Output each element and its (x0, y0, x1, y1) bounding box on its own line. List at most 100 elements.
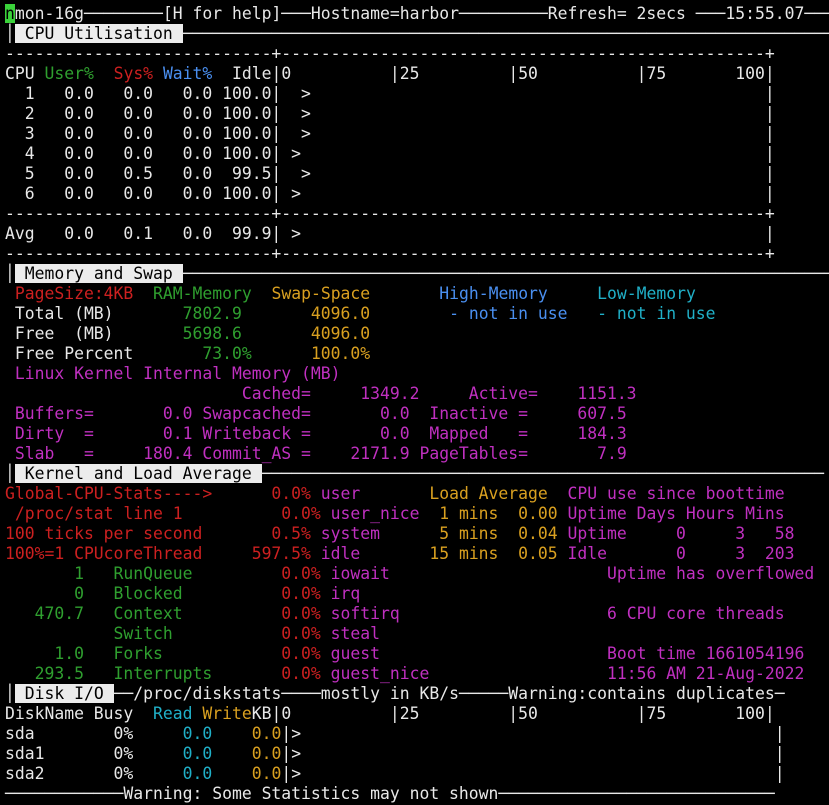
text-segment: 0.0 (182, 744, 213, 763)
text-segment (242, 304, 311, 323)
text-segment: 0.0% (192, 564, 321, 583)
text-segment: Free Percent (5, 344, 203, 363)
text-segment: Avg 0.0 0.1 0.0 99.9| > | (5, 224, 775, 243)
text-segment: 6 0.0 0.0 0.0 100.0| > | (5, 184, 775, 203)
terminal-cursor: n (5, 4, 15, 23)
text-segment: Idle 0 3 203 (567, 544, 795, 563)
cpu-row: 1 0.0 0.0 0.0 100.0| > | (5, 84, 775, 104)
mem-slab-row: Slab = 180.4 Commit_AS = 2171.9 PageTabl… (5, 444, 627, 464)
text-segment: Buffers= 0.0 Swapcached= 0.0 Inactive = … (5, 404, 627, 423)
text-segment: 1.0 Forks (5, 644, 193, 663)
section-title: CPU Utilisation (14, 24, 183, 43)
text-segment: 0.0 (182, 764, 213, 783)
text-segment: ---------------------------+------------… (5, 204, 775, 223)
text-segment: Switch (5, 624, 193, 643)
text-segment (193, 704, 203, 723)
disk-row: sda1 0% 0.0 0.0|> | (5, 744, 785, 764)
text-segment: Uptime 0 3 58 (567, 524, 795, 543)
text-segment (5, 364, 15, 383)
cpu-header: CPU User% Sys% Wait% Idle|0 |25 |50 |75 … (5, 64, 775, 84)
text-segment: 100%=1 CPUcoreThread 597.5% (5, 544, 311, 563)
text-segment: steal (320, 624, 381, 643)
text-segment: 100.0% (310, 344, 371, 363)
text-segment (370, 304, 449, 323)
section-disk: │ Disk I/O ──/proc/diskstats────mostly i… (5, 684, 785, 704)
disk-row: sda 0% 0.0 0.0|> | (5, 724, 785, 744)
kernel-row-1: Global-CPU-Stats----> 0.0% user Load Ave… (5, 484, 785, 504)
text-segment: 0.0% (192, 604, 321, 623)
mem-free: Free (MB) 5698.6 4096.0 (5, 324, 370, 344)
text-segment (252, 344, 311, 363)
text-segment: RAM-Memory (153, 284, 252, 303)
text-segment: /proc/stat line 1 0.0% (5, 504, 321, 523)
kernel-row-8: Switch 0.0% steal (5, 624, 380, 644)
text-segment: 1 RunQueue (5, 564, 193, 583)
text-segment: High-Memory (439, 284, 548, 303)
text-segment: Low-Memory (597, 284, 696, 303)
text-segment: 0 Blocked (5, 584, 193, 603)
text-segment: 0.0 (251, 764, 282, 783)
text-segment: idle (310, 544, 410, 563)
text-segment: PageSize:4KB (14, 284, 134, 303)
text-segment: 1 0.0 0.0 0.0 100.0| > | (5, 84, 775, 103)
cpu-row: 3 0.0 0.0 0.0 100.0| > | (5, 124, 775, 144)
footer: ────────────Warning: Some Statistics may… (5, 784, 775, 804)
section-title: Disk I/O (14, 684, 114, 703)
text-segment (370, 284, 439, 303)
text-segment: │ (5, 264, 15, 283)
mem-buffers-row: Buffers= 0.0 Swapcached= 0.0 Inactive = … (5, 404, 627, 424)
section-kernel: │ Kernel and Load Average ──────────────… (5, 464, 824, 484)
text-segment: Total (MB) (5, 304, 183, 323)
kernel-row-3: 100 ticks per second 0.5% system 5 mins … (5, 524, 794, 544)
mem-total: Total (MB) 7802.9 4096.0 - not in use - … (5, 304, 716, 324)
text-segment: │ (5, 684, 15, 703)
disk-row: sda2 0% 0.0 0.0|> | (5, 764, 785, 784)
cpu-rule-top: ---------------------------+------------… (5, 44, 775, 64)
text-segment: Read (153, 704, 193, 723)
text-segment (94, 64, 114, 83)
kernel-row-6: 0 Blocked 0.0% irq (5, 584, 360, 604)
nmon-terminal[interactable]: nmon-16g────────[H for help]───Hostname=… (0, 0, 829, 805)
text-segment: 73.0% (202, 344, 252, 363)
text-segment: 0.0% (192, 624, 321, 643)
text-segment: ──/proc/diskstats────mostly in KB/s─────… (113, 684, 785, 703)
text-segment: 15 mins 0.05 (409, 544, 568, 563)
text-segment: CPU (5, 64, 45, 83)
text-segment: 100 ticks per second 0.5% (5, 524, 311, 543)
mem-dirty-row: Dirty = 0.1 Writeback = 0.0 Mapped = 184… (5, 424, 627, 444)
text-segment: iowait Uptime has overflowed (320, 564, 815, 583)
section-memory: │ Memory and Swap ──────────────────────… (5, 264, 829, 284)
text-segment: |> | (281, 744, 785, 763)
text-segment: 0.0 (251, 744, 282, 763)
mem-cached-row: Cached= 1349.2 Active= 1151.3 (5, 384, 637, 404)
kernel-row-10: 293.5 Interrupts 0.0% guest_nice 11:56 A… (5, 664, 805, 684)
text-segment: ────────────────────────────────────────… (182, 264, 829, 283)
text-segment: 0.0% (192, 584, 321, 603)
title-bar: nmon-16g────────[H for help]───Hostname=… (5, 4, 829, 24)
text-segment (242, 324, 311, 343)
text-segment: sda1 0% (5, 744, 183, 763)
text-segment: Wait% (162, 64, 213, 83)
text-segment: Load Average (409, 484, 568, 503)
text-segment: 0.0% (212, 664, 321, 683)
text-segment (212, 724, 251, 743)
text-segment: ---------------------------+------------… (5, 244, 775, 263)
text-segment: sda2 0% (5, 764, 183, 783)
text-segment: - not in use (449, 304, 568, 323)
cpu-row: 2 0.0 0.0 0.0 100.0| > | (5, 104, 775, 124)
kernel-row-2: /proc/stat line 1 0.0% user_nice 1 mins … (5, 504, 785, 524)
text-segment: Free (MB) (5, 324, 183, 343)
text-segment (568, 304, 598, 323)
text-segment: Cached= 1349.2 Active= 1151.3 (5, 384, 637, 403)
text-segment: 4096.0 (310, 304, 371, 323)
text-segment: 5 0.0 0.5 0.0 99.5| > | (5, 164, 775, 183)
text-segment (252, 284, 272, 303)
text-segment (153, 64, 163, 83)
text-segment: User% (44, 64, 94, 83)
text-segment: Idle|0 |25 |50 |75 100| (212, 64, 775, 83)
text-segment: 4096.0 (310, 324, 371, 343)
text-segment (212, 764, 251, 783)
text-segment: 470.7 Context (5, 604, 193, 623)
text-segment: irq (320, 584, 361, 603)
text-segment: CPU use since boottime (567, 484, 785, 503)
